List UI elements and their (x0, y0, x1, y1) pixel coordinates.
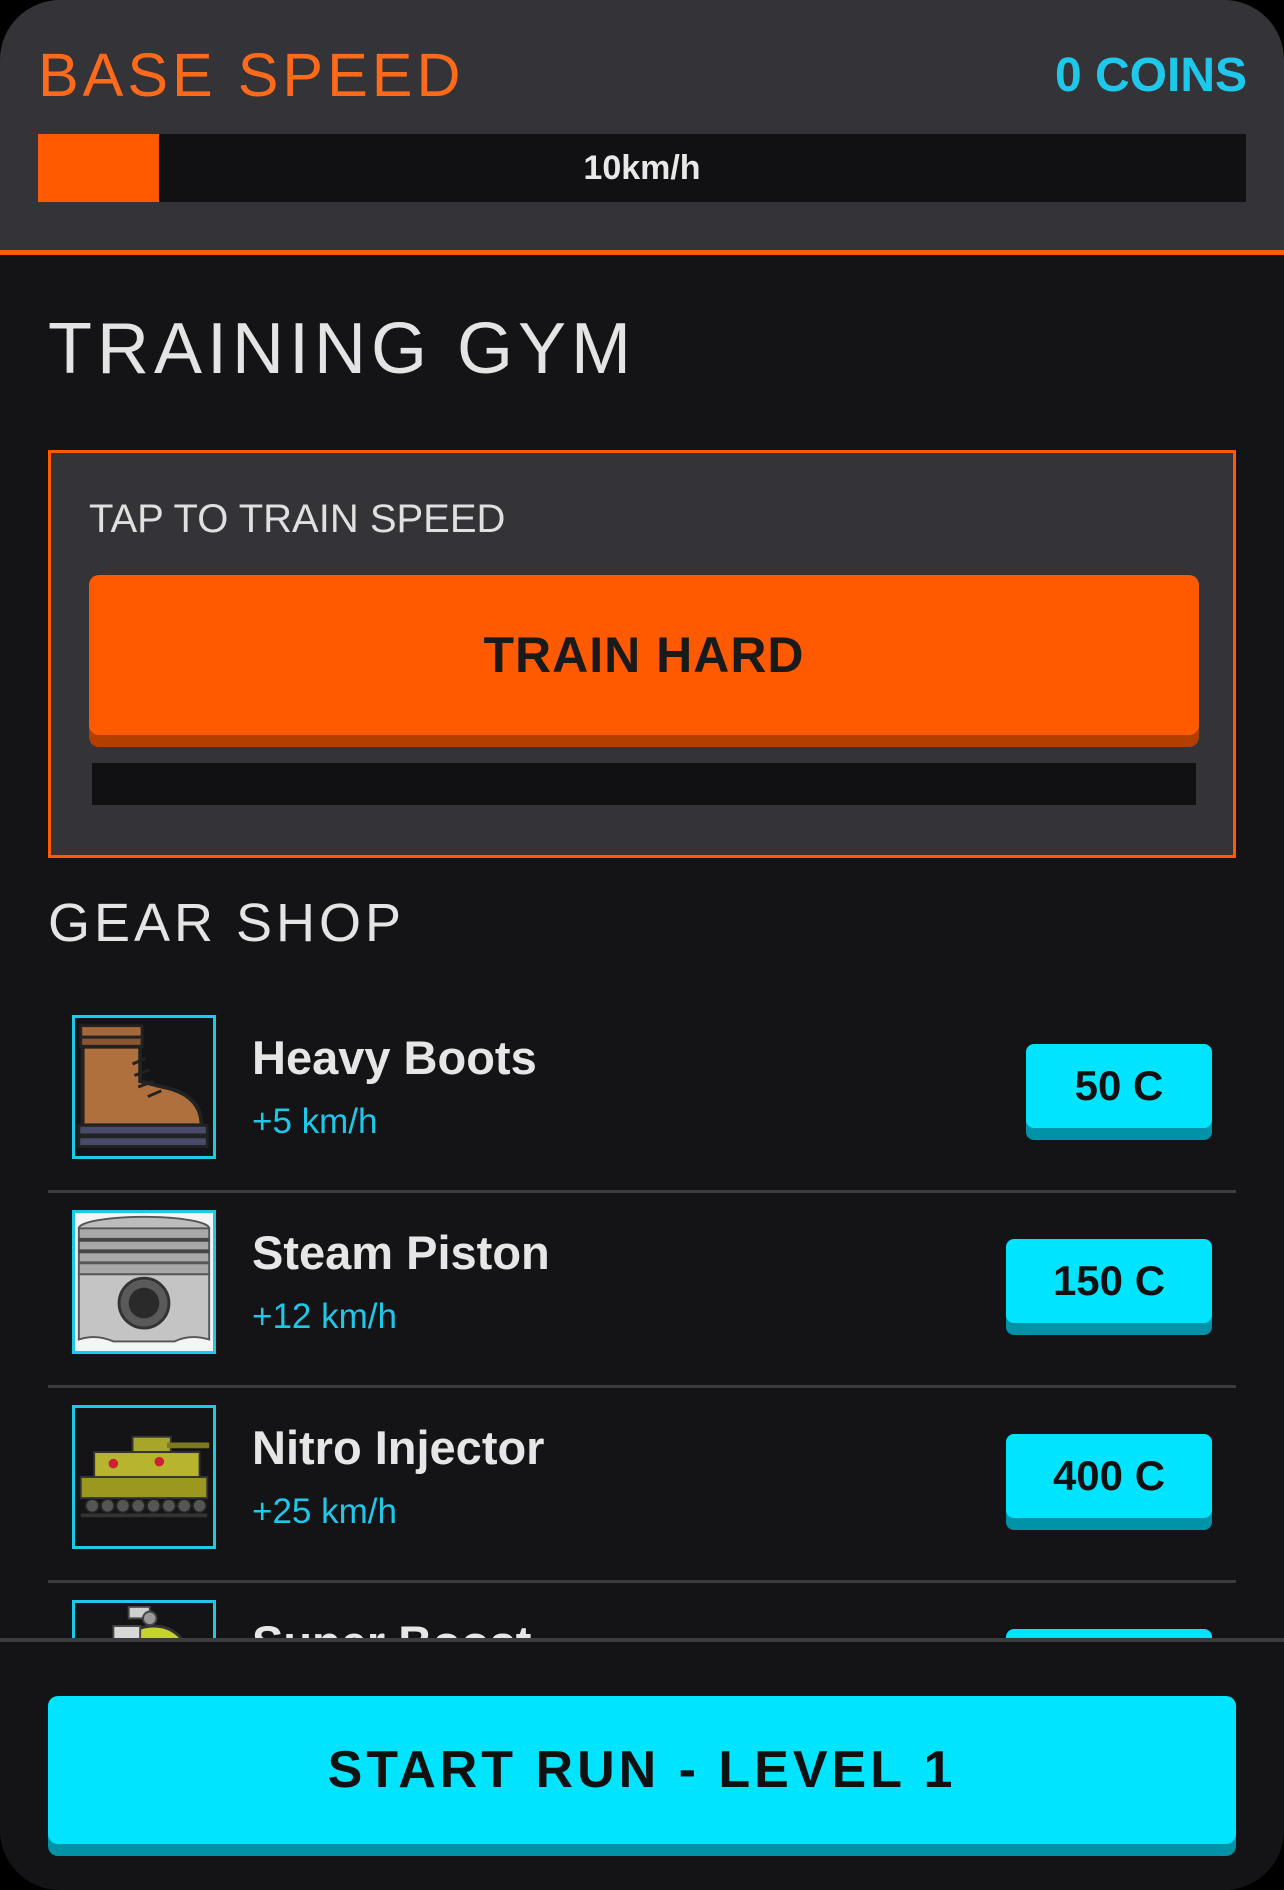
footer-bar: START RUN - LEVEL 1 (0, 1638, 1284, 1890)
item-name: Steam Piston (252, 1226, 550, 1279)
item-name: Heavy Boots (252, 1031, 537, 1084)
training-gym-title: TRAINING GYM (48, 309, 637, 389)
train-hard-button[interactable]: TRAIN HARD (89, 575, 1199, 735)
robot-icon (72, 1600, 216, 1638)
base-speed-title: BASE SPEED (38, 41, 465, 109)
buy-button[interactable]: 50 C (1026, 1044, 1212, 1128)
buy-button[interactable]: 400 C (1006, 1434, 1212, 1518)
training-progress-bar (92, 763, 1196, 805)
item-bonus: +5 km/h (252, 1102, 378, 1141)
shop-list: Heavy Boots +5 km/h 50 C Steam Piston +1… (48, 998, 1236, 1638)
shop-item-steam-piston: Steam Piston +12 km/h 150 C (48, 1193, 1236, 1388)
boot-icon (72, 1015, 216, 1159)
gear-shop-title: GEAR SHOP (48, 893, 406, 953)
shop-item-super-boost: Super Boost (48, 1583, 1236, 1638)
coin-counter: 0 COINS (1054, 49, 1247, 102)
item-bonus: +25 km/h (252, 1492, 397, 1531)
item-name: Nitro Injector (252, 1421, 545, 1474)
item-name: Super Boost (252, 1615, 531, 1638)
start-run-button[interactable]: START RUN - LEVEL 1 (48, 1696, 1236, 1844)
game-screen: BASE SPEED 0 COINS 10km/h TRAINING GYM T… (0, 0, 1284, 1890)
shop-item-heavy-boots: Heavy Boots +5 km/h 50 C (48, 998, 1236, 1193)
piston-icon (72, 1210, 216, 1354)
speed-value: 10km/h (583, 149, 701, 187)
buy-button[interactable]: 150 C (1006, 1239, 1212, 1323)
train-instruction: TAP TO TRAIN SPEED (89, 497, 506, 541)
buy-button[interactable] (1006, 1629, 1212, 1638)
stats-header: BASE SPEED 0 COINS 10km/h (0, 0, 1284, 255)
tank-icon (72, 1405, 216, 1549)
item-bonus: +12 km/h (252, 1297, 397, 1336)
speed-bar: 10km/h (38, 134, 1246, 202)
training-card: TAP TO TRAIN SPEED TRAIN HARD (48, 450, 1236, 858)
shop-item-nitro-injector: Nitro Injector +25 km/h 400 C (48, 1388, 1236, 1583)
